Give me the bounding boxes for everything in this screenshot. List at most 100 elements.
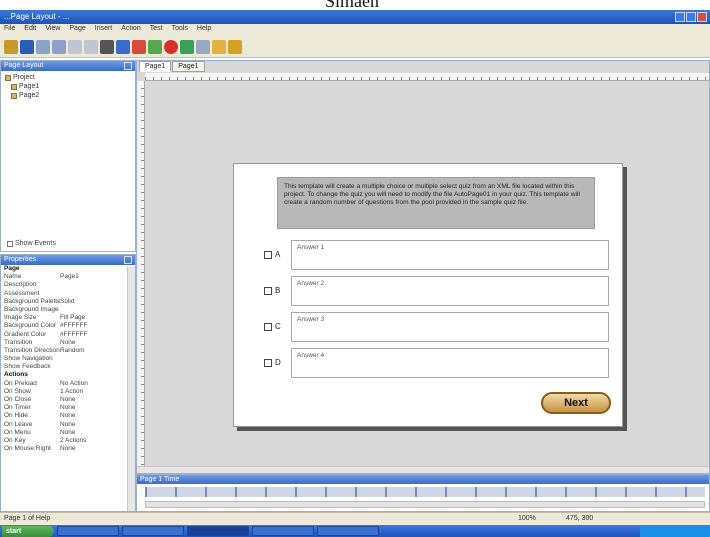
property-row[interactable]: On Show 1 Action xyxy=(4,388,132,396)
answer-c-field[interactable]: Answer 3 xyxy=(291,312,609,342)
property-row[interactable]: On Mouse Right None xyxy=(4,445,132,453)
menu-page[interactable]: Page xyxy=(69,25,85,35)
taskbar-item[interactable] xyxy=(57,526,119,536)
property-value[interactable]: Solid xyxy=(60,298,120,306)
tab-page1[interactable]: Page1 xyxy=(139,61,172,72)
property-row[interactable]: On Timer None xyxy=(4,404,132,412)
publish-icon[interactable] xyxy=(228,39,242,54)
property-value[interactable] xyxy=(60,371,120,379)
property-value[interactable]: #FFFFFF xyxy=(60,331,120,339)
instructions-box[interactable]: This template will create a multiple cho… xyxy=(277,177,595,229)
property-value[interactable]: Random xyxy=(60,347,120,355)
zoom-icon[interactable] xyxy=(196,39,210,54)
answer-c-checkbox[interactable] xyxy=(264,323,272,331)
property-row[interactable]: On Menu None xyxy=(4,429,132,437)
start-button[interactable]: start xyxy=(2,525,54,537)
property-row[interactable]: Transition Direction Random xyxy=(4,347,132,355)
record-icon[interactable] xyxy=(164,39,178,54)
menu-edit[interactable]: Edit xyxy=(24,25,36,35)
paste-icon[interactable] xyxy=(84,39,98,54)
preview-icon[interactable] xyxy=(212,39,226,54)
tab-page1-alt[interactable]: Page1 xyxy=(172,61,205,72)
property-value[interactable]: None xyxy=(60,429,120,437)
property-row[interactable]: On Hide None xyxy=(4,412,132,420)
taskbar-item[interactable] xyxy=(122,526,184,536)
property-value[interactable]: #FFFFFF xyxy=(60,322,120,330)
property-row[interactable]: Image Size Fill Page xyxy=(4,314,132,322)
menu-view[interactable]: View xyxy=(45,25,60,35)
text-icon[interactable] xyxy=(100,39,114,54)
menu-help[interactable]: Help xyxy=(197,25,211,35)
property-row[interactable]: Name Page1 xyxy=(4,273,132,281)
menu-action[interactable]: Action xyxy=(121,25,140,35)
redo-icon[interactable] xyxy=(52,39,66,54)
property-row[interactable]: On Key 2 Actions xyxy=(4,437,132,445)
shape-icon[interactable] xyxy=(132,39,146,54)
menu-tools[interactable]: Tools xyxy=(172,25,188,35)
show-events-checkbox[interactable]: Show Events xyxy=(7,240,56,247)
taskbar-item-active[interactable] xyxy=(187,526,249,536)
property-value[interactable]: 2 Actions xyxy=(60,437,120,445)
property-value[interactable] xyxy=(60,306,120,314)
property-value[interactable] xyxy=(60,265,120,273)
timeline-track[interactable] xyxy=(145,487,705,497)
tree-item-project[interactable]: Project xyxy=(5,73,131,82)
panel-close-icon[interactable] xyxy=(124,256,132,264)
next-button[interactable]: Next xyxy=(541,392,611,414)
answer-b-checkbox[interactable] xyxy=(264,287,272,295)
property-row[interactable]: Background Image xyxy=(4,306,132,314)
property-row[interactable]: On Leave None xyxy=(4,421,132,429)
property-value[interactable]: None xyxy=(60,404,120,412)
undo-icon[interactable] xyxy=(36,39,50,54)
canvas-horizontal-scrollbar[interactable] xyxy=(137,466,709,473)
tree-item-page2[interactable]: Page2 xyxy=(5,91,131,100)
taskbar-item[interactable] xyxy=(252,526,314,536)
property-value[interactable]: No Action xyxy=(60,380,120,388)
property-row[interactable]: On Close None xyxy=(4,396,132,404)
property-value[interactable]: None xyxy=(60,421,120,429)
property-row[interactable]: Background Palette Solid xyxy=(4,298,132,306)
property-value[interactable] xyxy=(60,290,120,298)
tree-item-page1[interactable]: Page1 xyxy=(5,82,131,91)
image-icon[interactable] xyxy=(116,39,130,54)
property-value[interactable] xyxy=(60,363,120,371)
menu-insert[interactable]: Insert xyxy=(95,25,113,35)
property-row[interactable]: Show Navigation xyxy=(4,355,132,363)
property-section[interactable]: Page xyxy=(4,265,132,273)
property-value[interactable]: None xyxy=(60,445,120,453)
panel-close-icon[interactable] xyxy=(124,62,132,70)
property-value[interactable]: None xyxy=(60,339,120,347)
property-row[interactable]: Show Feedback xyxy=(4,363,132,371)
timeline-scrollbar[interactable] xyxy=(145,501,705,508)
menu-test[interactable]: Test xyxy=(150,25,163,35)
answer-d-field[interactable]: Answer 4 xyxy=(291,348,609,378)
properties-scrollbar[interactable] xyxy=(127,267,135,511)
button-icon[interactable] xyxy=(148,39,162,54)
media-icon[interactable] xyxy=(180,39,194,54)
property-value[interactable] xyxy=(60,355,120,363)
property-value[interactable]: Page1 xyxy=(60,273,120,281)
minimize-button[interactable] xyxy=(675,12,685,22)
maximize-button[interactable] xyxy=(686,12,696,22)
property-value[interactable]: Fill Page xyxy=(60,314,120,322)
property-row[interactable]: On Preload No Action xyxy=(4,380,132,388)
open-icon[interactable] xyxy=(4,39,18,54)
property-value[interactable]: 1 Action xyxy=(60,388,120,396)
answer-a-field[interactable]: Answer 1 xyxy=(291,240,609,270)
close-button[interactable] xyxy=(697,12,707,22)
menu-file[interactable]: File xyxy=(4,25,15,35)
property-value[interactable]: None xyxy=(60,396,120,404)
property-row[interactable]: Transition None xyxy=(4,339,132,347)
property-row[interactable]: Gradient Color #FFFFFF xyxy=(4,331,132,339)
answer-b-field[interactable]: Answer 2 xyxy=(291,276,609,306)
property-value[interactable]: None xyxy=(60,412,120,420)
copy-icon[interactable] xyxy=(68,39,82,54)
property-section[interactable]: Actions xyxy=(4,371,132,379)
zoom-level[interactable]: 100% xyxy=(518,515,536,522)
property-row[interactable]: Description xyxy=(4,281,132,289)
taskbar-item[interactable] xyxy=(317,526,379,536)
property-row[interactable]: Background Color #FFFFFF xyxy=(4,322,132,330)
property-row[interactable]: Assessment xyxy=(4,290,132,298)
answer-a-checkbox[interactable] xyxy=(264,251,272,259)
property-value[interactable] xyxy=(60,281,120,289)
